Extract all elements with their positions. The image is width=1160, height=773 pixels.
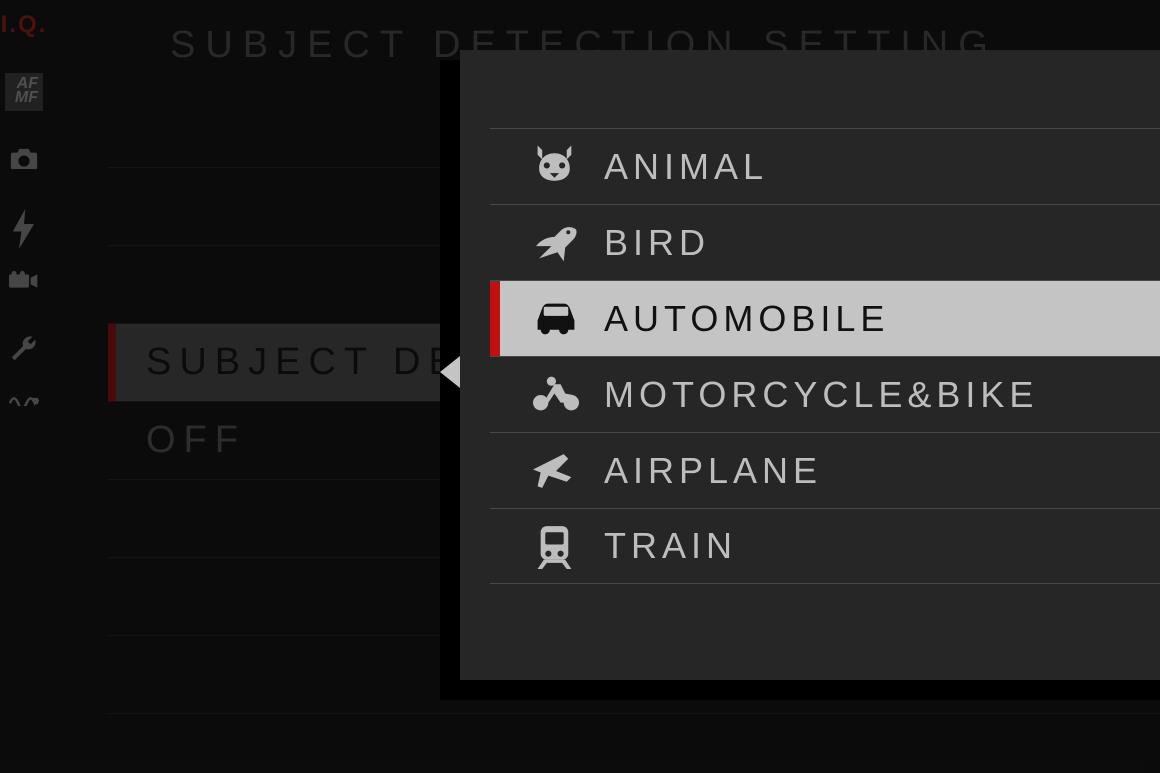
subject-type-popup: ANIMAL BIRD AUTOMOBILE MOTORCYCLE&BIKE AIRPL… (460, 50, 1160, 680)
subject-option-animal[interactable]: ANIMAL (490, 128, 1160, 204)
bird-icon (528, 220, 584, 266)
subject-option-label: AIRPLANE (604, 450, 822, 492)
tab-mf-label: MF (10, 91, 38, 105)
animal-icon (528, 144, 584, 190)
wave-icon[interactable] (9, 395, 39, 421)
flash-icon[interactable] (9, 209, 39, 235)
camera-icon[interactable] (9, 147, 39, 173)
subject-option-bird[interactable]: BIRD (490, 204, 1160, 280)
subject-option-label: MOTORCYCLE&BIKE (604, 374, 1038, 416)
train-icon (528, 523, 584, 569)
settings-row-label: OFF (108, 419, 246, 462)
airplane-icon (528, 448, 584, 494)
subject-option-train[interactable]: TRAIN (490, 508, 1160, 584)
subject-option-label: AUTOMOBILE (604, 298, 889, 340)
tab-image-quality[interactable]: I.Q. (1, 14, 48, 37)
wrench-icon[interactable] (9, 333, 39, 359)
popup-arrow-left-icon (440, 356, 460, 388)
automobile-icon (528, 296, 584, 342)
subject-option-label: ANIMAL (604, 146, 768, 188)
motorcycle-icon (528, 372, 584, 418)
subject-option-airplane[interactable]: AIRPLANE (490, 432, 1160, 508)
subject-option-label: TRAIN (604, 525, 737, 567)
subject-option-label: BIRD (604, 222, 710, 264)
subject-option-motorcycle-bike[interactable]: MOTORCYCLE&BIKE (490, 356, 1160, 432)
movie-icon[interactable] (9, 271, 39, 297)
tab-af-mf[interactable]: AF MF (5, 73, 43, 111)
subject-option-automobile[interactable]: AUTOMOBILE (490, 280, 1160, 356)
menu-sidebar: I.Q. AF MF (0, 0, 48, 773)
